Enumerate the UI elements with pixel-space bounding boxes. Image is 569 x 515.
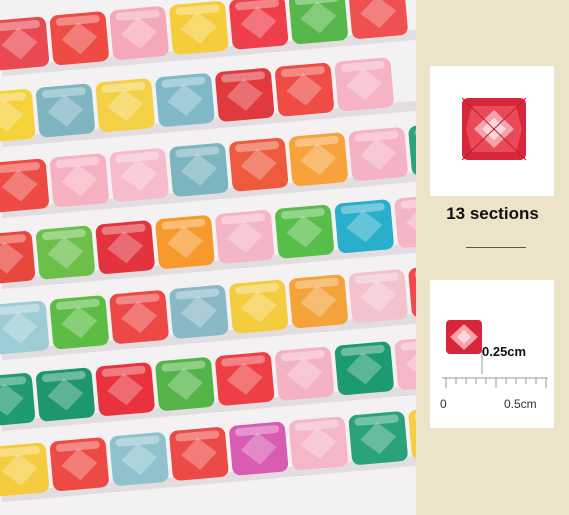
gem-tile xyxy=(169,427,229,481)
gem-tile xyxy=(109,148,169,202)
gem-tile xyxy=(215,68,275,122)
gem-tile xyxy=(0,158,50,213)
info-panel: 13 sections 0.25cm 0 0.5cm xyxy=(416,0,569,515)
gem-tile xyxy=(0,89,36,143)
gem-tile xyxy=(334,57,394,112)
gem-tile xyxy=(229,279,289,334)
gem-tile xyxy=(348,411,408,465)
gem-tile xyxy=(109,6,169,60)
gem-tile xyxy=(0,231,36,285)
gem-tile xyxy=(0,373,36,427)
gem-tile xyxy=(0,16,50,71)
gem-tile xyxy=(49,11,109,65)
ruler-half-cm-label: 0.5cm xyxy=(504,397,537,411)
gem-tile xyxy=(49,437,109,491)
divider xyxy=(466,247,526,248)
ruler-zero-label: 0 xyxy=(440,397,447,411)
gem-tile xyxy=(95,220,155,274)
gem-photo xyxy=(0,0,416,515)
gem-tile xyxy=(275,62,334,117)
square-gem-icon xyxy=(461,97,527,161)
gem-tile xyxy=(0,442,50,497)
gem-tile xyxy=(155,357,215,411)
sections-count-label: 13 sections xyxy=(446,204,539,223)
gem-sample-card xyxy=(430,66,554,196)
gem-tile xyxy=(289,132,348,187)
gem-tile xyxy=(155,73,215,127)
gem-tile xyxy=(49,153,109,207)
gem-tile xyxy=(215,210,275,264)
gem-tile xyxy=(49,295,109,349)
gem-tile xyxy=(289,416,348,471)
gem-tile xyxy=(275,204,334,259)
gem-tile xyxy=(155,215,215,269)
gem-tile xyxy=(348,127,408,181)
gem-tile xyxy=(0,300,50,355)
gem-tile xyxy=(348,269,408,323)
gem-tile xyxy=(95,78,155,132)
gem-tile xyxy=(169,285,229,339)
gem-tile xyxy=(36,83,95,138)
gem-tile xyxy=(289,274,348,329)
gem-tile xyxy=(36,367,95,422)
gem-tile xyxy=(229,137,289,192)
gem-tile xyxy=(95,362,155,416)
gem-tile xyxy=(275,346,334,401)
gem-tile xyxy=(36,225,95,280)
gem-tile xyxy=(348,0,408,39)
gem-size-label: 0.25cm xyxy=(482,344,527,359)
gem-tile xyxy=(334,341,394,396)
gem-tile xyxy=(215,352,275,406)
gem-tile xyxy=(229,0,289,50)
gem-tile xyxy=(109,290,169,344)
gem-tile xyxy=(289,0,348,45)
gem-tile xyxy=(169,143,229,197)
gem-tile xyxy=(109,432,169,486)
ruler-ticks xyxy=(445,378,547,388)
gem-rows-illustration xyxy=(0,0,416,515)
gem-tile xyxy=(169,1,229,55)
gem-tile xyxy=(334,199,394,254)
gem-tile xyxy=(229,421,289,476)
